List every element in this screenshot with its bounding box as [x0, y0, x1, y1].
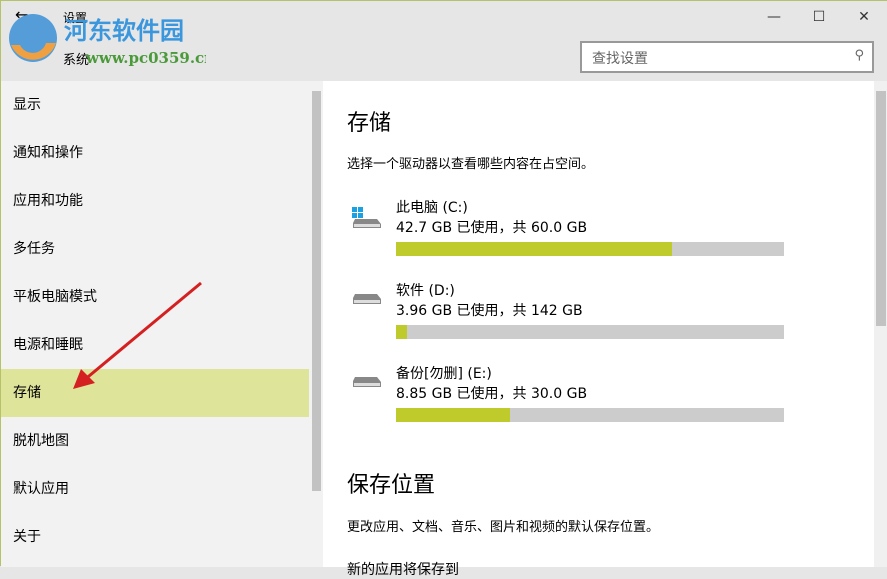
drive-usage: 8.85 GB 已使用，共 30.0 GB — [396, 386, 588, 402]
sidebar-item-display[interactable]: 显示 — [1, 81, 309, 129]
storage-panel: 存储 选择一个驱动器以查看哪些内容在占空间。 此电脑 (C:) 42.7 GB … — [323, 81, 887, 578]
maximize-button[interactable]: ☐ — [797, 3, 841, 31]
svg-text:河东软件园: 河东软件园 — [64, 16, 184, 45]
save-locations-description: 更改应用、文档、音乐、图片和视频的默认保存位置。 — [347, 520, 660, 535]
drive-c[interactable]: 此电脑 (C:) 42.7 GB 已使用，共 60.0 GB — [347, 197, 787, 267]
usage-bar — [396, 242, 784, 256]
usage-bar-fill — [396, 242, 673, 256]
drive-icon — [353, 377, 381, 387]
sidebar-item-apps[interactable]: 应用和功能 — [1, 177, 309, 225]
search-placeholder: 查找设置 — [592, 51, 648, 67]
content-scrollbar-thumb[interactable] — [876, 91, 886, 326]
new-apps-save-label: 新的应用将保存到 — [347, 562, 459, 578]
drive-usage: 3.96 GB 已使用，共 142 GB — [396, 303, 583, 319]
red-arrow-annotation — [73, 281, 202, 389]
storage-description: 选择一个驱动器以查看哪些内容在占空间。 — [347, 157, 595, 172]
minimize-button[interactable]: — — [752, 3, 796, 31]
save-locations-title: 保存位置 — [347, 473, 436, 498]
drive-d[interactable]: 软件 (D:) 3.96 GB 已使用，共 142 GB — [347, 280, 787, 350]
watermark-logo: 河东软件园 www.pc0359.cn — [9, 14, 206, 67]
drive-name: 此电脑 (C:) — [396, 200, 468, 216]
drive-icon — [353, 294, 381, 304]
sidebar-item-about[interactable]: 关于 — [1, 513, 309, 561]
svg-text:www.pc0359.cn: www.pc0359.cn — [85, 49, 206, 67]
storage-title: 存储 — [347, 111, 392, 136]
usage-bar-fill — [396, 325, 407, 339]
usage-bar — [396, 408, 784, 422]
drive-name: 备份[勿删] (E:) — [396, 366, 492, 382]
search-input[interactable]: 查找设置 ⚲ — [580, 41, 874, 73]
sidebar-item-offline-maps[interactable]: 脱机地图 — [1, 417, 309, 465]
drive-usage: 42.7 GB 已使用，共 60.0 GB — [396, 220, 588, 236]
usage-bar — [396, 325, 784, 339]
system-drive-icon — [352, 207, 381, 228]
sidebar-item-multitasking[interactable]: 多任务 — [1, 225, 309, 273]
usage-bar-fill — [396, 408, 511, 422]
close-button[interactable]: ✕ — [842, 3, 886, 31]
drive-name: 软件 (D:) — [396, 283, 455, 299]
drive-e[interactable]: 备份[勿删] (E:) 8.85 GB 已使用，共 30.0 GB — [347, 363, 787, 433]
title-bar: ← 设置 系统 — ☐ ✕ 查找设置 ⚲ 河东软件园 www.pc0359.cn — [1, 1, 887, 81]
search-icon[interactable]: ⚲ — [854, 48, 864, 63]
sidebar-scrollbar[interactable] — [312, 91, 321, 491]
sidebar-item-notifications[interactable]: 通知和操作 — [1, 129, 309, 177]
sidebar-item-default-apps[interactable]: 默认应用 — [1, 465, 309, 513]
